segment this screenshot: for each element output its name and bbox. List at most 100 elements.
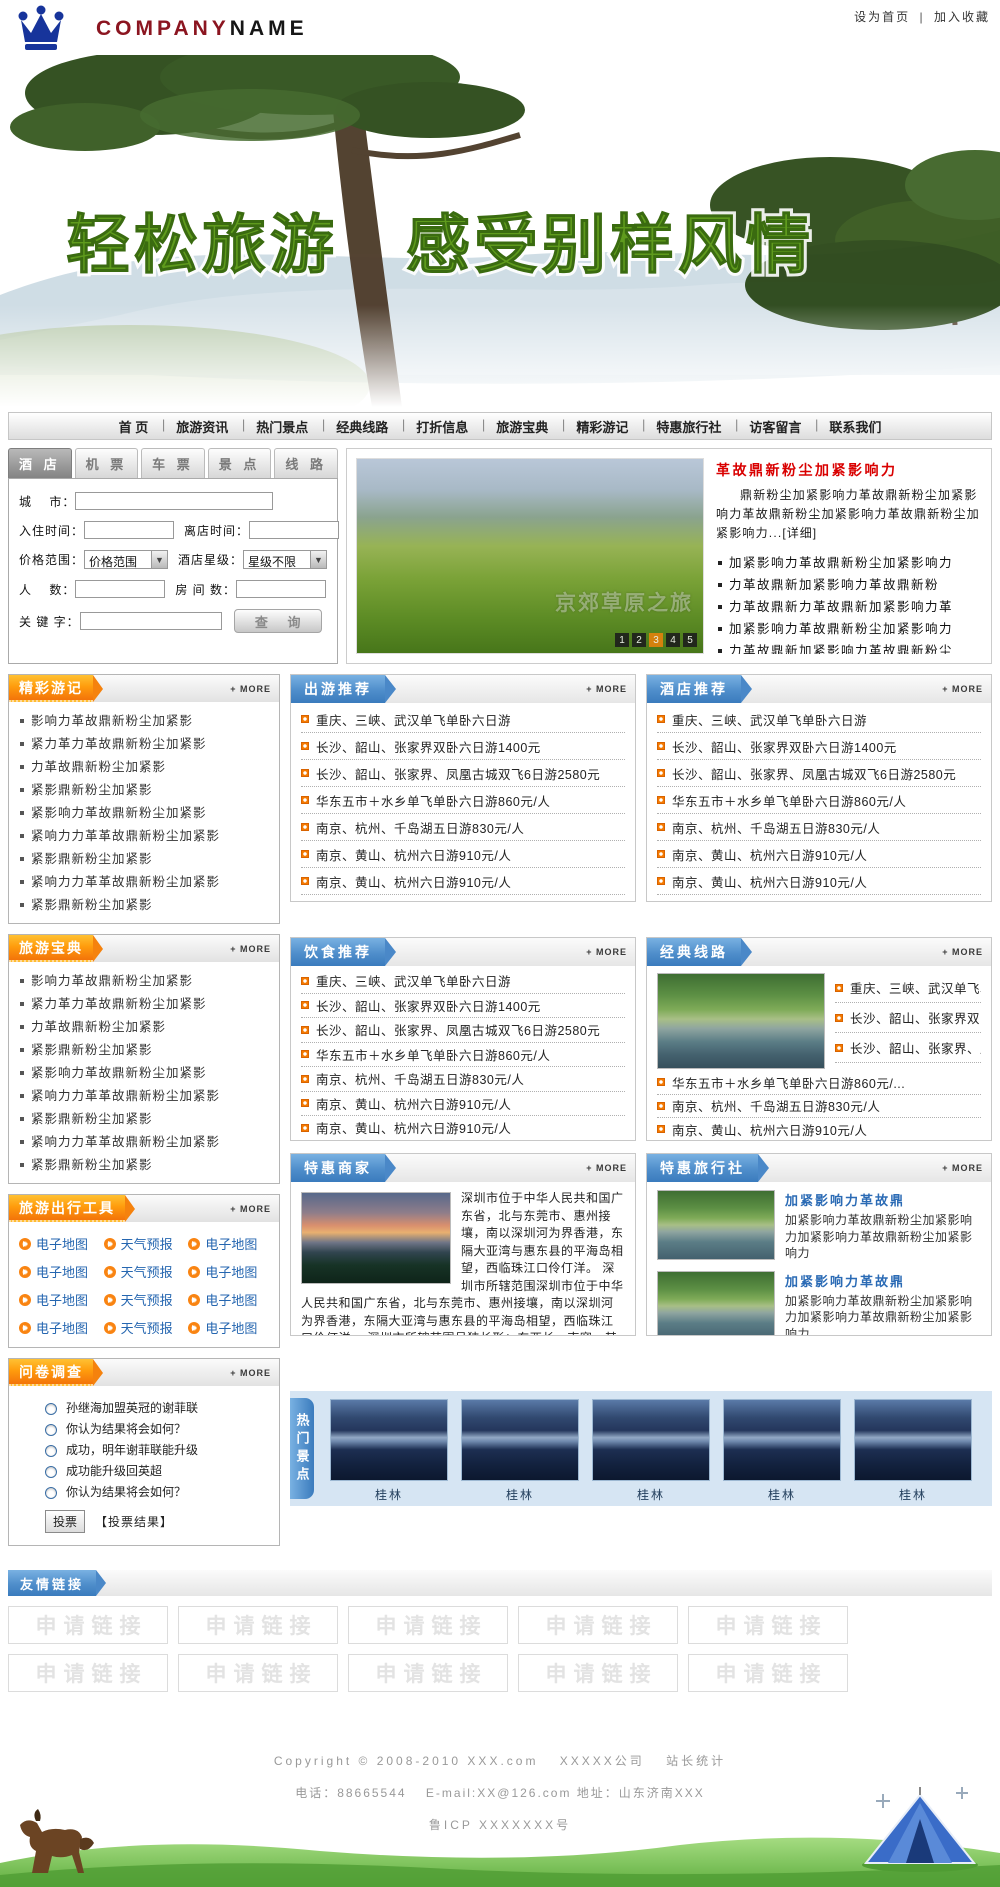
list-item[interactable]: 紧影鼎新粉尘加紧影: [19, 1039, 271, 1062]
tab-scenic[interactable]: 景 点: [208, 448, 272, 478]
list-item[interactable]: 紧影响力革故鼎新粉尘加紧影: [19, 802, 271, 825]
checkin-input[interactable]: [84, 521, 174, 539]
hotspot-photo[interactable]: [723, 1399, 841, 1481]
list-item[interactable]: 紧力革力革故鼎新粉尘加紧影: [19, 993, 271, 1016]
list-item[interactable]: 长沙、韶山、张家界双卧六日游1: [835, 1003, 981, 1033]
slideshow-image[interactable]: 京郊草原之旅 1 2 3 4 5: [356, 458, 704, 654]
list-item[interactable]: 力革故鼎新粉尘加紧影: [19, 1016, 271, 1039]
radio-button[interactable]: [45, 1403, 57, 1415]
list-item[interactable]: 华东五市＋水乡单飞单卧六日游860元/人: [301, 787, 625, 814]
list-item[interactable]: 长沙、韶山、张家界、凤凰古城双飞6日游2580元: [657, 760, 981, 787]
nav-link[interactable]: 联系我们: [815, 417, 895, 436]
agency-title[interactable]: 加紧影响力革故鼎: [785, 1271, 981, 1290]
news-list-item[interactable]: 加紧影响力革故鼎新粉尘加紧影响力: [716, 618, 982, 640]
list-item[interactable]: 紧响力力革革故鼎新粉尘加紧影: [19, 825, 271, 848]
hotspots-title[interactable]: 热门景点: [290, 1398, 314, 1499]
poll-option[interactable]: 成功，明年谢菲联能升级: [45, 1440, 273, 1461]
list-item[interactable]: 力革故鼎新粉尘加紧影: [19, 756, 271, 779]
hotspot-photo[interactable]: [592, 1399, 710, 1481]
tool-link[interactable]: 电子地图: [19, 1318, 104, 1337]
radio-button[interactable]: [45, 1487, 57, 1499]
list-item[interactable]: 南京、黄山、杭州六日游910元/人: [301, 1116, 625, 1141]
list-item[interactable]: 华东五市＋水乡单飞单卧六日游860元/...: [657, 1071, 981, 1095]
more-link[interactable]: + MORE: [942, 684, 991, 694]
add-favorite-link[interactable]: 加入收藏: [934, 10, 990, 24]
route-photo[interactable]: [657, 973, 825, 1069]
list-item[interactable]: 华东五市＋水乡单飞单卧六日游860元/人: [657, 787, 981, 814]
list-item[interactable]: 南京、黄山、杭州六日游910元/人: [301, 841, 625, 868]
list-item[interactable]: 南京、杭州、千岛湖五日游830元/人: [657, 814, 981, 841]
people-input[interactable]: [75, 580, 165, 598]
list-item[interactable]: 长沙、韶山、张家界双卧六日游1400元: [657, 733, 981, 760]
poll-option[interactable]: 你认为结果将会如何？: [45, 1419, 273, 1440]
vote-button[interactable]: 投票: [45, 1510, 85, 1533]
link-placeholder[interactable]: 申请链接: [178, 1606, 338, 1644]
link-placeholder[interactable]: 申请链接: [688, 1654, 848, 1692]
link-placeholder[interactable]: 申请链接: [518, 1606, 678, 1644]
news-headline[interactable]: 革故鼎新粉尘加紧影响力: [716, 460, 982, 480]
more-link[interactable]: + MORE: [942, 947, 991, 957]
nav-link[interactable]: 首 页: [105, 417, 163, 436]
more-link[interactable]: + MORE: [230, 1204, 279, 1214]
pager-3[interactable]: 3: [649, 633, 663, 647]
more-link[interactable]: + MORE: [586, 1163, 635, 1173]
list-item[interactable]: 南京、杭州、千岛湖五日游830元/人: [301, 814, 625, 841]
tab-route[interactable]: 线 路: [274, 448, 338, 478]
pager-5[interactable]: 5: [683, 633, 697, 647]
list-item[interactable]: 紧影鼎新粉尘加紧影: [19, 1154, 271, 1177]
keyword-input[interactable]: [80, 612, 222, 630]
more-link[interactable]: + MORE: [230, 1368, 279, 1378]
more-link[interactable]: + MORE: [586, 684, 635, 694]
merchant-photo[interactable]: [301, 1192, 451, 1284]
list-item[interactable]: 紧影鼎新粉尘加紧影: [19, 779, 271, 802]
more-link[interactable]: + MORE: [230, 684, 279, 694]
poll-option[interactable]: 你认为结果将会如何？: [45, 1482, 273, 1503]
link-placeholder[interactable]: 申请链接: [518, 1654, 678, 1692]
agency-photo[interactable]: [657, 1271, 775, 1337]
tool-link[interactable]: 电子地图: [19, 1234, 104, 1253]
hotspot-photo[interactable]: [461, 1399, 579, 1481]
tool-link[interactable]: 电子地图: [188, 1262, 273, 1281]
list-item[interactable]: 影响力革故鼎新粉尘加紧影: [19, 970, 271, 993]
radio-button[interactable]: [45, 1466, 57, 1478]
news-list-item[interactable]: 力革故鼎新加紧影响力革故鼎新粉: [716, 574, 982, 596]
more-link[interactable]: + MORE: [230, 944, 279, 954]
list-item[interactable]: 紧响力力革革故鼎新粉尘加紧影: [19, 871, 271, 894]
list-item[interactable]: 紧影鼎新粉尘加紧影: [19, 1108, 271, 1131]
pager-2[interactable]: 2: [632, 633, 646, 647]
nav-link[interactable]: 旅游资讯: [162, 417, 242, 436]
nav-link[interactable]: 打折信息: [402, 417, 482, 436]
link-placeholder[interactable]: 申请链接: [348, 1654, 508, 1692]
list-item[interactable]: 长沙、韶山、张家界双卧六日游1400元: [301, 994, 625, 1019]
tool-link[interactable]: 天气预报: [104, 1290, 189, 1309]
list-item[interactable]: 长沙、韶山、张家界、凤凰古城双飞6日游2580元: [301, 760, 625, 787]
list-item[interactable]: 长沙、韶山、张家界双卧六日游1400元: [301, 733, 625, 760]
link-placeholder[interactable]: 申请链接: [8, 1654, 168, 1692]
list-item[interactable]: 南京、黄山、杭州六日游910元/人: [657, 868, 981, 895]
tool-link[interactable]: 电子地图: [188, 1234, 273, 1253]
list-item[interactable]: 紧力革力革故鼎新粉尘加紧影: [19, 733, 271, 756]
list-item[interactable]: 重庆、三峡、武汉单飞单卧六日游: [835, 973, 981, 1003]
price-range-select[interactable]: 价格范围▼: [84, 550, 168, 569]
list-item[interactable]: 紧影响力革故鼎新粉尘加紧影: [19, 1062, 271, 1085]
list-item[interactable]: 南京、黄山、杭州六日游910元/人: [657, 1118, 981, 1141]
link-placeholder[interactable]: 申请链接: [348, 1606, 508, 1644]
link-placeholder[interactable]: 申请链接: [178, 1654, 338, 1692]
query-button[interactable]: 查 询: [234, 609, 322, 633]
list-item[interactable]: 重庆、三峡、武汉单飞单卧六日游: [301, 706, 625, 733]
list-item[interactable]: 南京、黄山、杭州六日游910元/人: [301, 868, 625, 895]
set-home-link[interactable]: 设为首页: [854, 10, 910, 24]
list-item[interactable]: 长沙、韶山、张家界、凤凰古城: [835, 1033, 981, 1063]
list-item[interactable]: 紧影鼎新粉尘加紧影: [19, 848, 271, 871]
nav-link[interactable]: 热门景点: [242, 417, 322, 436]
hotspot-photo[interactable]: [330, 1399, 448, 1481]
radio-button[interactable]: [45, 1424, 57, 1436]
pager-4[interactable]: 4: [666, 633, 680, 647]
list-item[interactable]: 影响力革故鼎新粉尘加紧影: [19, 710, 271, 733]
tab-train[interactable]: 车 票: [141, 448, 205, 478]
agency-title[interactable]: 加紧影响力革故鼎: [785, 1190, 981, 1209]
tab-hotel[interactable]: 酒 店: [8, 448, 72, 478]
link-placeholder[interactable]: 申请链接: [688, 1606, 848, 1644]
more-link[interactable]: + MORE: [586, 947, 635, 957]
agency-photo[interactable]: [657, 1190, 775, 1260]
